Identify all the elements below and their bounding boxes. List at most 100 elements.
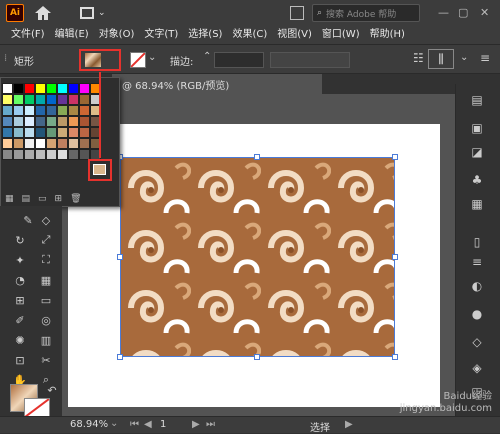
shape-builder-icon[interactable]: ◔ (12, 272, 28, 288)
swatch-cell[interactable] (68, 83, 79, 94)
slice-tool-icon[interactable]: ✂ (38, 352, 54, 368)
swatch-cell[interactable] (2, 83, 13, 94)
swatch-cell[interactable] (79, 105, 90, 116)
symbols-icon[interactable]: ♣ (468, 172, 486, 188)
transparency-icon[interactable]: ◐ (468, 278, 486, 294)
selection-handle[interactable] (117, 354, 123, 360)
stroke-color-box[interactable] (24, 398, 50, 418)
panel-icon[interactable]: ▤ (468, 92, 486, 108)
swatch-cell[interactable] (57, 149, 68, 160)
properties-icon[interactable]: ▣ (468, 120, 486, 136)
swatch-cell[interactable] (79, 83, 90, 94)
mesh-tool-icon[interactable]: ⊞ (12, 292, 28, 308)
selected-pattern-swatch[interactable] (93, 164, 106, 175)
new-swatch-icon[interactable]: ⊞ (55, 194, 63, 204)
color-icon[interactable]: ◪ (468, 144, 486, 160)
symbol-sprayer-icon[interactable]: ✺ (12, 332, 28, 348)
swatch-cell[interactable] (35, 149, 46, 160)
next-artboard-icon[interactable]: ▶ (192, 419, 200, 430)
search-input[interactable]: ⌕ 搜索 Adobe 帮助 (312, 4, 420, 22)
swatch-cell[interactable] (2, 127, 13, 138)
status-arrow-icon[interactable]: ▶ (345, 419, 353, 430)
swatch-cell[interactable] (35, 116, 46, 127)
perspective-grid-icon[interactable]: ▦ (38, 272, 54, 288)
swatch-cell[interactable] (13, 105, 24, 116)
selection-handle[interactable] (117, 254, 123, 260)
swatch-cell[interactable] (2, 94, 13, 105)
brushes-icon[interactable]: ▦ (468, 196, 486, 212)
pathfinder-icon[interactable]: ◈ (468, 360, 486, 376)
selection-handle[interactable] (254, 154, 260, 160)
swatch-cell[interactable] (24, 94, 35, 105)
stroke-icon[interactable]: ≡ (468, 254, 486, 270)
swap-colors-icon[interactable]: ↶ (44, 382, 60, 398)
swatch-cell[interactable] (46, 138, 57, 149)
fill-swatch-button[interactable] (79, 49, 121, 71)
swatch-cell[interactable] (35, 83, 46, 94)
swatch-cell[interactable] (46, 105, 57, 116)
delete-swatch-icon[interactable]: 🗑 (70, 194, 81, 204)
swatch-cell[interactable] (68, 127, 79, 138)
swatch-cell[interactable] (35, 94, 46, 105)
gradient-icon[interactable]: ▯ (468, 234, 486, 250)
variable-width-dropdown[interactable] (270, 52, 350, 68)
swatch-cell[interactable] (79, 94, 90, 105)
options-chevron-icon[interactable]: ⌄ (460, 52, 468, 63)
swatch-cell[interactable] (24, 105, 35, 116)
zoom-level[interactable]: 68.94% (70, 419, 108, 430)
artboard-tool-icon[interactable]: ⊡ (12, 352, 28, 368)
brush-tool-icon[interactable]: ✎ (20, 212, 36, 228)
swatch-cell[interactable] (35, 138, 46, 149)
pattern-filled-rectangle[interactable] (120, 157, 395, 357)
graphic-styles-icon[interactable]: ◇ (468, 334, 486, 350)
selection-handle[interactable] (392, 154, 398, 160)
scale-tool-icon[interactable]: ⤢ (38, 232, 54, 248)
eyedropper-icon[interactable]: ✐ (12, 312, 28, 328)
blend-tool-icon[interactable]: ◎ (38, 312, 54, 328)
arrange-icon[interactable] (290, 6, 304, 20)
swatch-cell[interactable] (68, 105, 79, 116)
swatch-cell[interactable] (46, 149, 57, 160)
swatch-cell[interactable] (13, 138, 24, 149)
gradient-tool-icon[interactable]: ▭ (38, 292, 54, 308)
swatch-cell[interactable] (57, 83, 68, 94)
stroke-stepper-icon[interactable]: ⌃ (203, 51, 211, 62)
menu-view[interactable]: 视图(V) (272, 26, 317, 44)
swatch-cell[interactable] (2, 105, 13, 116)
swatch-cell[interactable] (24, 127, 35, 138)
swatch-cell[interactable] (57, 127, 68, 138)
show-kinds-icon[interactable]: ▤ (22, 194, 31, 204)
swatch-cell[interactable] (13, 83, 24, 94)
swatch-cell[interactable] (24, 83, 35, 94)
free-transform-icon[interactable]: ⛶ (38, 252, 54, 268)
last-artboard-icon[interactable]: ⏭ (206, 419, 215, 430)
menu-object[interactable]: 对象(O) (94, 26, 140, 44)
menu-edit[interactable]: 编辑(E) (50, 26, 94, 44)
rotate-tool-icon[interactable]: ↻ (12, 232, 28, 248)
stroke-weight-dropdown[interactable] (214, 52, 264, 68)
swatch-cell[interactable] (79, 127, 90, 138)
folder-icon[interactable]: ▭ (38, 194, 47, 204)
zoom-chevron-icon[interactable]: ⌄ (110, 418, 118, 429)
swatch-cell[interactable] (46, 127, 57, 138)
swatch-cell[interactable] (57, 138, 68, 149)
appearance-icon[interactable]: ● (468, 306, 486, 322)
close-icon[interactable]: ✕ (480, 6, 489, 19)
panel-menu-icon[interactable]: ≡ (480, 51, 490, 65)
prev-artboard-icon[interactable]: ⏮ (130, 419, 139, 430)
maximize-icon[interactable]: ▢ (458, 6, 468, 19)
menu-file[interactable]: 文件(F) (6, 26, 50, 44)
menu-window[interactable]: 窗口(W) (317, 26, 365, 44)
swatch-cell[interactable] (2, 116, 13, 127)
puppet-warp-icon[interactable]: ✦ (12, 252, 28, 268)
swatch-cell[interactable] (24, 116, 35, 127)
swatch-cell[interactable] (57, 116, 68, 127)
swatch-cell[interactable] (24, 138, 35, 149)
menu-type[interactable]: 文字(T) (139, 26, 183, 44)
swatch-cell[interactable] (57, 94, 68, 105)
swatch-cell[interactable] (13, 127, 24, 138)
swatch-cell[interactable] (68, 149, 79, 160)
stroke-swatch-button[interactable] (130, 52, 146, 68)
library-icon[interactable]: ▦ (5, 194, 14, 204)
stroke-chevron-icon[interactable]: ⌄ (148, 52, 156, 63)
